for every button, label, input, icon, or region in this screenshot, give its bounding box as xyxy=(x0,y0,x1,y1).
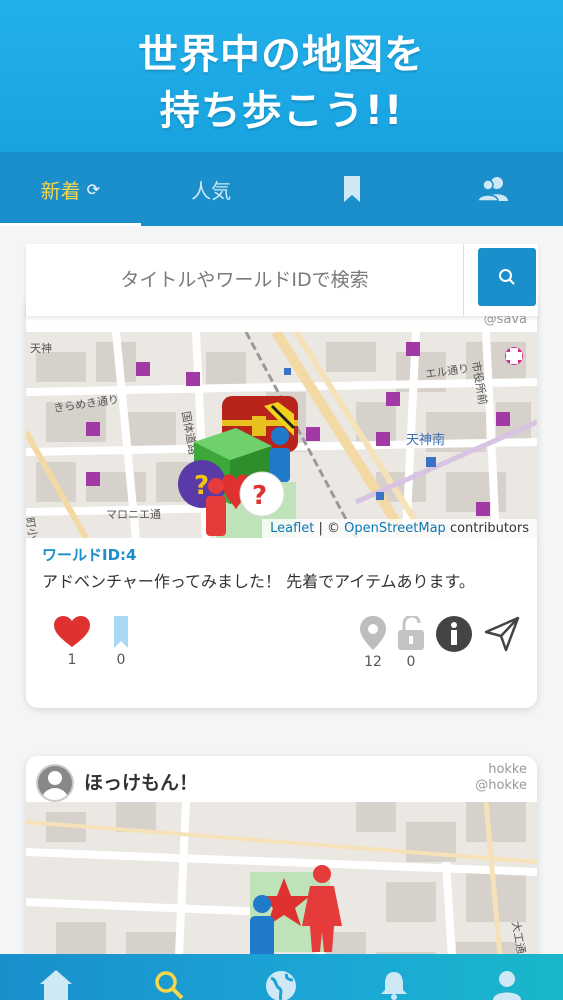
users-icon xyxy=(476,177,508,202)
map-attribution: Leaflet | © OpenStreetMap contributors xyxy=(262,519,537,538)
card-header: ほっけもん！ hokke @hokke xyxy=(26,756,537,802)
svg-text:?: ? xyxy=(194,471,209,501)
map-tiles: 天神 天神南 きらめき通り エル通り 市役所前 マロニエ通 町小路 国体道路 ?… xyxy=(26,332,537,538)
tab-popular-label: 人気 xyxy=(191,178,232,203)
user-icon xyxy=(492,971,521,1000)
home-icon xyxy=(40,970,73,1000)
map-preview[interactable]: 大工通り xyxy=(26,802,537,954)
tab-popular[interactable]: 人気 xyxy=(141,152,282,226)
person-blue-icon xyxy=(250,895,274,954)
bookmark-icon xyxy=(343,176,360,202)
unlock-icon xyxy=(398,616,424,650)
promo-title-line1: 世界中の地図を xyxy=(138,32,425,78)
search-icon xyxy=(155,971,184,1000)
map-pin-icon xyxy=(360,616,386,650)
lock-count: 0 xyxy=(406,654,416,670)
map-label: マロニエ通 xyxy=(106,508,161,521)
lock-indicator: 0 xyxy=(398,616,424,670)
map-label: 天神南 xyxy=(406,432,445,448)
card-actions: 1 0 12 0 xyxy=(26,616,537,676)
question-white-icon: ? xyxy=(239,471,285,517)
bell-icon xyxy=(381,972,408,1000)
tab-new[interactable]: 新着 ⟳ xyxy=(0,152,141,226)
author-handle-block[interactable]: hokke @hokke xyxy=(475,762,527,794)
tab-bookmarks[interactable] xyxy=(282,152,423,226)
world-card[interactable]: ほっけもん！ hokke @hokke 大工通り xyxy=(26,756,537,954)
refresh-icon: ⟳ xyxy=(86,179,101,199)
share-button[interactable] xyxy=(484,616,520,652)
heart-icon xyxy=(54,616,90,647)
leaflet-link[interactable]: Leaflet xyxy=(270,521,314,536)
map-tiles: 大工通り xyxy=(26,802,537,954)
search-icon xyxy=(499,269,515,285)
world-description: アドベンチャー作ってみました！ 先着でアイテムあります。 xyxy=(42,572,475,591)
author-display-handle: hokke xyxy=(488,762,527,777)
osm-link[interactable]: OpenStreetMap xyxy=(344,521,446,536)
like-count: 1 xyxy=(67,652,77,668)
search-input[interactable] xyxy=(26,244,464,316)
nav-profile[interactable] xyxy=(450,954,563,1000)
search-button[interactable] xyxy=(478,248,536,306)
author-handle: @hokke xyxy=(475,778,527,793)
avatar[interactable] xyxy=(36,764,74,802)
search-bar xyxy=(26,244,538,316)
send-icon xyxy=(484,616,520,652)
attribution-tail: contributors xyxy=(445,521,529,536)
info-button[interactable] xyxy=(436,616,472,652)
pin-count: 12 xyxy=(364,654,382,670)
world-card[interactable]: @sava 天神 天神南 きらめき通り エル通り 市役所前 マロニエ通 町小路 … xyxy=(26,296,537,708)
tab-new-label: 新着 xyxy=(40,178,81,203)
person-blue-icon xyxy=(270,427,290,482)
feed[interactable]: @sava xyxy=(0,226,563,954)
pin-count-indicator: 12 xyxy=(360,616,386,670)
svg-text:?: ? xyxy=(252,481,267,511)
bottom-nav xyxy=(0,954,563,1000)
info-icon xyxy=(436,616,472,652)
nav-search[interactable] xyxy=(113,954,226,1000)
bookmark-button[interactable]: 0 xyxy=(114,616,128,668)
like-button[interactable]: 1 xyxy=(54,616,90,668)
nav-home[interactable] xyxy=(0,954,113,1000)
person-red-icon xyxy=(206,478,226,536)
promo-banner: 世界中の地図を 持ち歩こう!! xyxy=(0,0,563,152)
world-id: ワールドID:4 xyxy=(42,546,137,564)
attribution-separator: | © xyxy=(314,521,345,536)
bookmark-count: 0 xyxy=(116,652,126,668)
bookmark-icon xyxy=(114,616,128,648)
map-preview[interactable]: 天神 天神南 きらめき通り エル通り 市役所前 マロニエ通 町小路 国体道路 ?… xyxy=(26,332,537,538)
tab-bar: 新着 ⟳ 人気 xyxy=(0,152,563,226)
globe-icon xyxy=(266,971,297,1000)
tab-following[interactable] xyxy=(422,152,563,226)
nav-explore[interactable] xyxy=(225,954,338,1000)
nav-notifications[interactable] xyxy=(338,954,451,1000)
author-name[interactable]: ほっけもん！ xyxy=(84,768,198,795)
map-label: 天神 xyxy=(30,341,52,355)
promo-title-line2: 持ち歩こう!! xyxy=(159,88,404,134)
